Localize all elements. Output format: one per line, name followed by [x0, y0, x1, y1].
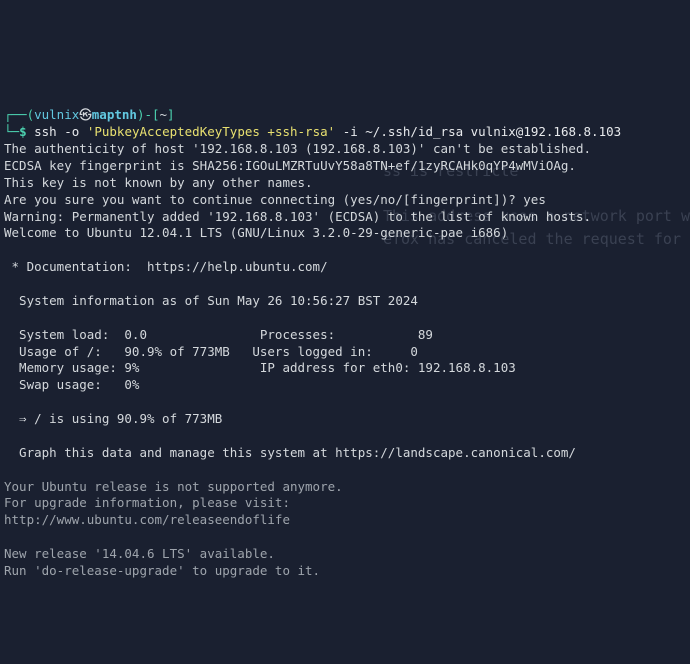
usage-warning-text: / is using 90.9% of 773MB [34, 411, 222, 426]
out-authenticity: The authenticity of host '192.168.8.103 … [4, 141, 686, 158]
blank-4 [4, 394, 686, 411]
prompt-cwd: ~ [160, 107, 168, 122]
out-warning: Warning: Permanently added '192.168.8.10… [4, 209, 686, 226]
blank-5 [4, 428, 686, 445]
blank-3 [4, 310, 686, 327]
newrelease-line-2: Run 'do-release-upgrade' to upgrade to i… [4, 563, 686, 580]
unsupported-line-3: http://www.ubuntu.com/releaseendoflife [4, 512, 686, 529]
unsupported-line-1: Your Ubuntu release is not supported any… [4, 479, 686, 496]
sysinfo-row-3: Memory usage: 9% IP address for eth0: 19… [4, 360, 686, 377]
usage-warning: ⇒ / is using 90.9% of 773MB [4, 411, 686, 428]
prompt-close-2: ] [167, 107, 175, 122]
prompt-dollar: $ [19, 124, 27, 139]
ssh-flag-i: -i [335, 124, 365, 139]
out-confirm-answer: yes [523, 192, 546, 207]
sysinfo-row-1: System load: 0.0 Processes: 89 [4, 327, 686, 344]
prompt-host: maptnh [92, 107, 137, 122]
sysinfo-row-2: Usage of /: 90.9% of 773MB Users logged … [4, 344, 686, 361]
ssh-key-path: ~/.ssh/id_rsa [365, 124, 463, 139]
out-documentation-text: Documentation: https://help.ubuntu.com/ [27, 259, 328, 274]
out-documentation: * Documentation: https://help.ubuntu.com… [4, 259, 686, 276]
prompt-at-symbol: ㉿ [79, 107, 92, 122]
newrelease-line-1: New release '14.04.6 LTS' available. [4, 546, 686, 563]
out-welcome: Welcome to Ubuntu 12.04.1 LTS (GNU/Linux… [4, 225, 686, 242]
bullet-star: * [4, 259, 27, 274]
ssh-command: ssh [34, 124, 57, 139]
prompt-line-2: └─$ ssh -o 'PubkeyAcceptedKeyTypes +ssh-… [4, 124, 686, 141]
prompt-close-1: )-[ [137, 107, 160, 122]
out-fingerprint: ECDSA key fingerprint is SHA256:IGOuLMZR… [4, 158, 686, 175]
ssh-target: vulnix@192.168.8.103 [463, 124, 621, 139]
prompt-user: vulnix [34, 107, 79, 122]
arrow-icon: ⇒ [4, 411, 34, 426]
out-sysinfo-header: System information as of Sun May 26 10:5… [4, 293, 686, 310]
blank-1 [4, 242, 686, 259]
out-confirm-prompt: Are you sure you want to continue connec… [4, 192, 523, 207]
out-notknown: This key is not known by any other names… [4, 175, 686, 192]
ssh-option-value: 'PubkeyAcceptedKeyTypes +ssh-rsa' [87, 124, 335, 139]
terminal-output[interactable]: ┌──(vulnix㉿maptnh)-[~]└─$ ssh -o 'Pubkey… [4, 107, 686, 580]
ssh-flag-o: -o [57, 124, 87, 139]
out-confirm: Are you sure you want to continue connec… [4, 192, 686, 209]
blank-6 [4, 462, 686, 479]
blank-7 [4, 529, 686, 546]
prompt-top-bracket: ┌──( [4, 107, 34, 122]
prompt-line-1: ┌──(vulnix㉿maptnh)-[~] [4, 107, 686, 124]
unsupported-line-2: For upgrade information, please visit: [4, 495, 686, 512]
blank-2 [4, 276, 686, 293]
landscape-link: Graph this data and manage this system a… [4, 445, 686, 462]
sysinfo-row-4: Swap usage: 0% [4, 377, 686, 394]
prompt-bottom-bracket: └─ [4, 124, 19, 139]
